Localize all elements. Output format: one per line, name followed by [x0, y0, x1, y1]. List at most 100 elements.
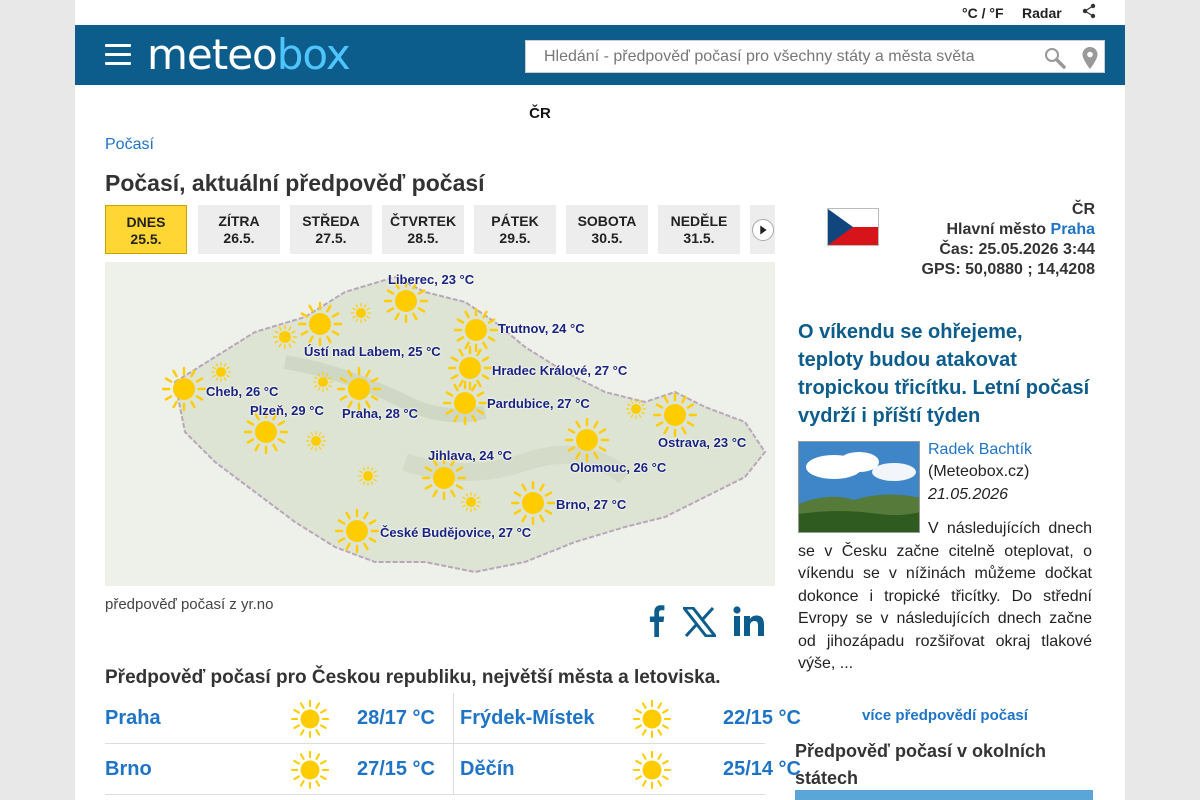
tab-day-date: 25.5. [130, 231, 162, 247]
info-country: ČR [1071, 201, 1095, 218]
tab-day-name: ZÍTRA [218, 213, 260, 229]
sun-icon [313, 372, 333, 392]
tab-day-date: 30.5. [591, 230, 623, 246]
sun-icon [461, 492, 481, 512]
sun-icon [632, 750, 672, 790]
map-city-label[interactable]: Cheb, 26 °C [206, 384, 278, 399]
article-source: (Meteobox.cz) [928, 463, 1030, 480]
search-icon[interactable] [1044, 47, 1066, 69]
map-city-label[interactable]: Brno, 27 °C [556, 497, 626, 512]
forecast-temp: 25/14 °C [722, 758, 801, 780]
logo-accent-text: box [276, 30, 351, 79]
sun-icon [443, 381, 487, 425]
czech-flag-icon [827, 208, 879, 246]
neighbors-map[interactable] [795, 790, 1093, 800]
capital-link[interactable]: Praha [1051, 221, 1095, 238]
forecast-city[interactable]: Praha [105, 707, 161, 730]
sun-icon [290, 750, 330, 790]
forecast-temp: 28/17 °C [356, 707, 435, 729]
tab-day-name: ČTVRTEK [389, 213, 457, 229]
forecast-cell[interactable]: Praha 28/17 °C [105, 693, 435, 744]
page-title: Počasí, aktuální předpověď počasí [105, 170, 485, 196]
search-box [525, 40, 1105, 73]
tab-day-3[interactable]: ČTVRTEK 28.5. [382, 205, 464, 254]
sun-icon [565, 418, 609, 462]
x-icon[interactable] [683, 607, 716, 637]
neighbors-heading: Předpověď počasí v okolních státech [795, 741, 1047, 788]
sun-icon [298, 302, 342, 346]
forecast-cell[interactable]: Frýdek-Místek 22/15 °C [453, 693, 801, 744]
sun-icon [290, 699, 330, 739]
sun-icon [273, 325, 297, 349]
sun-icon [626, 399, 646, 419]
forecast-cell[interactable]: Brno 27/15 °C [105, 744, 435, 795]
logo[interactable]: meteobox [147, 30, 351, 79]
tab-day-name: NEDĚLE [670, 213, 728, 229]
tab-day-name: PÁTEK [491, 213, 539, 229]
map-city-label[interactable]: Praha, 28 °C [342, 406, 418, 421]
header: meteobox [75, 25, 1125, 85]
info-capital-row: Hlavní město Praha [922, 220, 1095, 240]
tab-day-6[interactable]: NEDĚLE 31.5. [658, 205, 740, 254]
sun-icon [358, 466, 378, 486]
top-bar: °C / °F Radar [75, 0, 1125, 25]
forecast-cell[interactable]: Děčín 25/14 °C [453, 744, 801, 795]
article-card: O víkendu se ohřejeme, teploty budou ata… [798, 318, 1093, 672]
article-author[interactable]: Radek Bachtík [928, 441, 1032, 459]
page: °C / °F Radar meteobox ČR Počasí Počasí,… [75, 0, 1125, 800]
tab-day-name: STŘEDA [302, 213, 360, 229]
breadcrumb[interactable]: Počasí [105, 136, 154, 154]
location-pin-icon[interactable] [1082, 47, 1098, 69]
map-city-label[interactable]: Olomouc, 26 °C [570, 460, 666, 475]
map-city-label[interactable]: Pardubice, 27 °C [487, 396, 590, 411]
facebook-icon[interactable] [647, 603, 665, 637]
map-city-label[interactable]: Ostrava, 23 °C [658, 435, 746, 450]
radar-link[interactable]: Radar [1022, 5, 1062, 21]
tab-day-date: 31.5. [683, 230, 715, 246]
day-tabs: DNES 25.5. ZÍTRA 26.5. STŘEDA 27.5. ČTVRTEK… [105, 205, 775, 255]
sun-icon [337, 367, 381, 411]
next-days-arrow-icon[interactable] [752, 219, 774, 241]
map-city-label[interactable]: České Budějovice, 27 °C [380, 525, 531, 540]
tab-day-0[interactable]: DNES 25.5. [105, 205, 187, 254]
table-row: Praha 28/17 °C Frýdek-Místek 22/15 °C [105, 693, 801, 744]
forecast-temp: 22/15 °C [722, 707, 801, 729]
sun-icon [162, 367, 206, 411]
map-city-label[interactable]: Hradec Králové, 27 °C [492, 363, 627, 378]
tab-day-name: DNES [126, 214, 166, 230]
more-forecasts-link[interactable]: více předpovědí počasí [795, 707, 1095, 724]
forecast-city[interactable]: Frýdek-Místek [460, 707, 595, 730]
tab-day-date: 26.5. [223, 230, 255, 246]
tab-day-5[interactable]: SOBOTA 30.5. [566, 205, 648, 254]
tab-day-1[interactable]: ZÍTRA 26.5. [198, 205, 280, 254]
info-capital-label: Hlavní město [946, 221, 1047, 238]
tab-day-4[interactable]: PÁTEK 29.5. [474, 205, 556, 254]
tab-day-date: 27.5. [315, 230, 347, 246]
map-city-label[interactable]: Plzeň, 29 °C [250, 403, 324, 418]
forecast-source-note: předpověď počasí z yr.no [105, 596, 274, 613]
info-time: Čas: 25.05.2026 3:44 [939, 241, 1095, 258]
forecast-city[interactable]: Děčín [460, 758, 514, 781]
tab-day-date: 28.5. [407, 230, 439, 246]
forecast-heading: Předpověď počasí pro Českou republiku, n… [105, 667, 721, 688]
article-title[interactable]: O víkendu se ohřejeme, teploty budou ata… [798, 318, 1093, 430]
country-label: ČR [529, 105, 551, 122]
map-city-label[interactable]: Ústí nad Labem, 25 °C [304, 344, 441, 359]
tab-day-name: SOBOTA [577, 213, 637, 229]
forecast-city[interactable]: Brno [105, 758, 152, 781]
map-city-label[interactable]: Jihlava, 24 °C [428, 448, 512, 463]
map-city-label[interactable]: Trutnov, 24 °C [498, 321, 585, 336]
sun-icon [211, 362, 231, 382]
map-city-label[interactable]: Liberec, 23 °C [388, 272, 474, 287]
linkedin-icon[interactable] [733, 606, 765, 637]
sun-icon [632, 699, 672, 739]
sun-icon [335, 509, 379, 553]
menu-icon[interactable] [105, 44, 131, 66]
search-input[interactable] [526, 41, 1026, 72]
table-row: Brno 27/15 °C Děčín 25/14 °C [105, 744, 801, 795]
tab-day-2[interactable]: STŘEDA 27.5. [290, 205, 372, 254]
article-date: 21.05.2026 [928, 486, 1009, 503]
share-icon[interactable] [1082, 3, 1096, 19]
info-gps: GPS: 50,0880 ; 14,4208 [921, 261, 1095, 278]
unit-toggle[interactable]: °C / °F [962, 5, 1004, 21]
